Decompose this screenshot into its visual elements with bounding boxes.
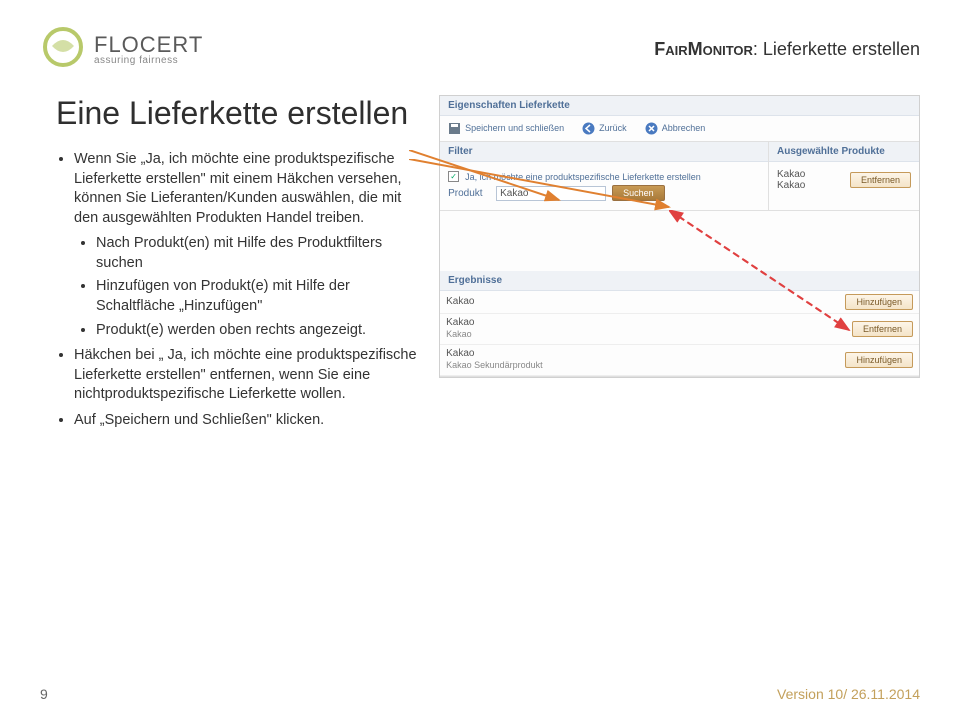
remove-button[interactable]: Entfernen xyxy=(852,321,913,337)
add-button[interactable]: Hinzufügen xyxy=(845,352,913,368)
add-button[interactable]: Hinzufügen xyxy=(845,294,913,310)
search-button[interactable]: Suchen xyxy=(612,185,665,201)
remove-button[interactable]: Entfernen xyxy=(850,172,911,188)
logo-tagline: assuring fairness xyxy=(94,56,203,66)
results-header: Ergebnisse xyxy=(440,271,919,291)
instructions-column: Eine Lieferkette erstellen Wenn Sie „Ja,… xyxy=(56,95,419,436)
selected-product-list: Kakao Kakao xyxy=(777,169,805,191)
bullet-2: Häkchen bei „ Ja, ich möchte eine produk… xyxy=(74,346,419,405)
embedded-screenshot: Eigenschaften Lieferkette Speichern und … xyxy=(439,95,920,378)
logo-name: FLOCERT xyxy=(94,34,203,56)
screenshot-column: Eigenschaften Lieferkette Speichern und … xyxy=(439,95,920,436)
cancel-button[interactable]: Abbrechen xyxy=(645,122,706,135)
version-label: Version 10/ 26.11.2014 xyxy=(777,686,920,702)
bullet-1-1: Nach Produkt(en) mit Hilfe des Produktfi… xyxy=(96,234,419,273)
bullet-1-3: Produkt(e) werden oben rechts angezeigt. xyxy=(96,321,419,341)
filter-header: Filter xyxy=(440,142,768,162)
product-label: Produkt xyxy=(448,188,490,199)
page-title: Eine Lieferkette erstellen xyxy=(56,95,419,132)
back-arrow-icon xyxy=(582,122,595,135)
cancel-icon xyxy=(645,122,658,135)
bullet-1: Wenn Sie „Ja, ich möchte eine produktspe… xyxy=(74,150,419,340)
page-footer: 9 Version 10/ 26.11.2014 xyxy=(0,686,960,702)
product-input[interactable]: Kakao xyxy=(496,186,606,201)
result-row: Kakao Hinzufügen xyxy=(440,291,919,314)
bullet-1-2: Hinzufügen von Produkt(e) mit Hilfe der … xyxy=(96,277,419,316)
save-icon xyxy=(448,122,461,135)
save-close-button[interactable]: Speichern und schließen xyxy=(448,122,564,135)
logo-icon xyxy=(40,24,86,75)
checkbox-label: Ja, ich möchte eine produktspezifische L… xyxy=(465,172,701,182)
product-specific-checkbox[interactable]: ✓ xyxy=(448,171,459,182)
back-button[interactable]: Zurück xyxy=(582,122,627,135)
page-number: 9 xyxy=(40,686,48,702)
bullet-3: Auf „Speichern und Schließen" klicken. xyxy=(74,411,419,431)
section-properties: Eigenschaften Lieferkette xyxy=(440,96,919,116)
result-row: KakaoKakao Sekundärprodukt Hinzufügen xyxy=(440,345,919,376)
selected-products-header: Ausgewählte Produkte xyxy=(769,142,919,162)
doc-title: FairMonitor: Lieferkette erstellen xyxy=(654,39,920,60)
page-header: FLOCERT assuring fairness FairMonitor: L… xyxy=(0,0,960,85)
result-row: KakaoKakao Entfernen xyxy=(440,314,919,345)
logo: FLOCERT assuring fairness xyxy=(40,24,203,75)
